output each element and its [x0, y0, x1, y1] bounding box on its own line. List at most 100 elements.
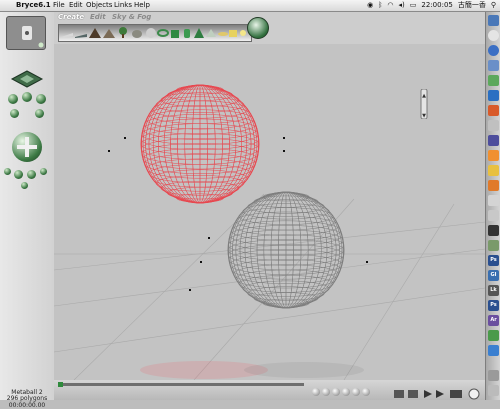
keyframe-button[interactable] — [352, 388, 360, 396]
xcode-icon[interactable] — [488, 345, 499, 356]
timeline-scrubber[interactable] — [58, 382, 304, 387]
rewind-button[interactable] — [312, 388, 320, 396]
ichat-icon[interactable] — [488, 75, 499, 86]
view-control-pad[interactable] — [10, 68, 44, 90]
itunes-icon[interactable] — [488, 105, 499, 116]
svg-text:▼: ▼ — [422, 113, 426, 119]
bryce-icon[interactable] — [488, 330, 499, 341]
camera-ball-left[interactable] — [8, 94, 18, 104]
animation-bar — [54, 380, 485, 400]
imovie-icon[interactable] — [488, 150, 499, 161]
bounding-box-handle-4 — [283, 150, 285, 152]
nano-preview-thumbnail[interactable] — [6, 16, 46, 50]
water-plane-icon[interactable] — [61, 27, 73, 38]
bounding-box-handle-2 — [124, 137, 126, 139]
textedit-icon[interactable] — [488, 195, 499, 206]
menu-bar: Bryce6.1 File Edit Objects Links Help ◉ … — [0, 0, 500, 12]
bounding-box-handle-8 — [189, 289, 191, 291]
cylinder-icon[interactable] — [181, 27, 193, 38]
photoshop-2-icon[interactable]: Ps — [488, 300, 499, 311]
golive-icon[interactable]: GI — [488, 270, 499, 281]
ground-plane-icon[interactable] — [75, 27, 87, 38]
spotlight-icon[interactable]: ⚲ — [491, 0, 496, 11]
pyramid-icon[interactable] — [205, 27, 217, 38]
menu-edit[interactable]: Edit — [69, 0, 83, 11]
input-method-menu[interactable]: 古簡一香 — [458, 0, 486, 11]
menu-file[interactable]: File — [53, 0, 65, 11]
tab-create[interactable]: Create — [58, 13, 84, 21]
terminal-icon[interactable] — [488, 225, 499, 236]
terrain-icon[interactable] — [89, 27, 101, 38]
torus-icon[interactable] — [157, 27, 169, 38]
firefox-icon[interactable] — [488, 180, 499, 191]
script-menu-icon[interactable]: ◉ — [367, 0, 373, 11]
stop-button[interactable] — [332, 388, 340, 396]
scene-viewport[interactable]: ▲ ▼ — [54, 44, 485, 380]
view-cube-icon — [10, 70, 44, 88]
finder-icon[interactable] — [488, 15, 499, 26]
bryce-logo-icon[interactable] — [247, 17, 269, 39]
lightroom-icon[interactable]: Lk — [488, 285, 499, 296]
menu-app-name[interactable]: Bryce6.1 — [16, 0, 51, 11]
timecode: 00:00:00.00 — [8, 402, 46, 409]
downloads-stack-icon[interactable] — [488, 370, 499, 381]
camera-cross-control[interactable] — [12, 132, 42, 162]
address-book-icon[interactable] — [488, 90, 499, 101]
bounding-box-handle-7 — [366, 261, 368, 263]
cone-icon[interactable] — [193, 27, 205, 38]
trash-icon[interactable] — [488, 385, 499, 396]
camera-ball-center[interactable] — [22, 92, 32, 102]
tab-edit[interactable]: Edit — [90, 13, 106, 21]
view-nav-control[interactable]: ▲ ▼ — [420, 89, 428, 119]
system-preferences-icon[interactable] — [488, 240, 499, 251]
zoom-ball-4[interactable] — [40, 168, 47, 175]
mail-icon[interactable] — [488, 60, 499, 71]
menu-help[interactable]: Help — [134, 0, 150, 11]
render-controls[interactable] — [394, 385, 482, 400]
safari-icon[interactable] — [488, 45, 499, 56]
sphere-icon[interactable] — [145, 27, 157, 38]
play-button[interactable] — [322, 388, 330, 396]
tab-sky-fog[interactable]: Sky & Fog — [112, 13, 151, 21]
photoshop-icon[interactable]: Ps — [488, 255, 499, 266]
wifi-icon[interactable]: ◠ — [387, 0, 393, 11]
menu-clock[interactable]: 22:00:05 — [421, 0, 452, 11]
forward-button[interactable] — [342, 388, 350, 396]
volume-icon[interactable]: ◂) — [399, 0, 405, 11]
battery-icon[interactable]: ▭ — [410, 0, 417, 11]
bounding-box-handle-6 — [200, 261, 202, 263]
dashboard-icon[interactable] — [488, 30, 499, 41]
menu-links[interactable]: Links — [114, 0, 132, 11]
zoom-ball-1[interactable] — [4, 168, 11, 175]
render-playback-icons — [394, 388, 480, 400]
zoom-ball-2[interactable] — [14, 170, 23, 179]
zoom-ball-5[interactable] — [21, 182, 28, 189]
iphoto-icon[interactable] — [488, 135, 499, 146]
options-button[interactable] — [362, 388, 370, 396]
create-toolbar: Create Edit Sky & Fog — [54, 12, 485, 44]
bounding-box-handle-5 — [208, 237, 210, 239]
preview-icon[interactable] — [488, 210, 499, 221]
cube-icon[interactable] — [169, 27, 181, 38]
ical-icon[interactable] — [488, 120, 499, 131]
object-library-strip — [58, 24, 252, 42]
camera-ball-right[interactable] — [36, 94, 46, 104]
garageband-icon[interactable] — [488, 165, 499, 176]
sphere-shadow — [244, 362, 364, 378]
timeline-knob[interactable] — [58, 382, 63, 387]
acrobat-icon[interactable]: Ar — [488, 315, 499, 326]
bounding-box-handle-3 — [283, 137, 285, 139]
cross-arrows-icon — [17, 137, 37, 157]
bounding-box-handle-1 — [108, 150, 110, 152]
metaball-sphere — [227, 191, 345, 309]
svg-text:▲: ▲ — [422, 93, 426, 99]
zoom-ball-3[interactable] — [27, 170, 36, 179]
symmetrical-lattice-icon[interactable] — [103, 27, 115, 38]
dock: Ps GI Lk Ps Ar — [485, 12, 500, 400]
menu-objects[interactable]: Objects — [86, 0, 112, 11]
trackball-left[interactable] — [10, 109, 19, 118]
bluetooth-icon[interactable]: ᛒ — [378, 0, 382, 11]
trackball-right[interactable] — [35, 109, 44, 118]
tree-icon[interactable] — [117, 27, 129, 38]
rock-icon[interactable] — [131, 27, 143, 38]
